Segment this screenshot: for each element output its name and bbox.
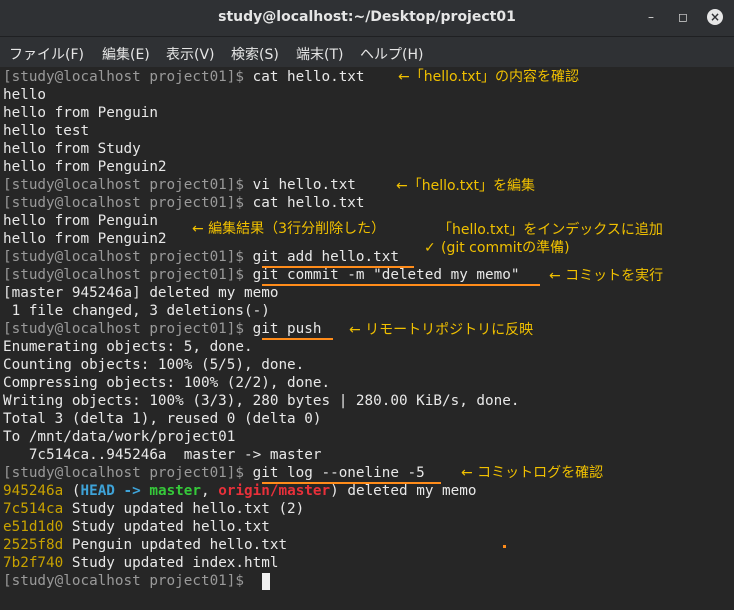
terminal-line: hello from Study xyxy=(3,141,141,157)
menu-help[interactable]: ヘルプ(H) xyxy=(360,44,423,64)
terminal-line: [study@localhost project01]$ git push xyxy=(3,320,322,338)
commit-hash: e51d1d0 xyxy=(3,519,64,535)
prompt: [study@localhost project01]$ xyxy=(3,321,253,337)
commit-hash: 2525f8d xyxy=(3,537,64,553)
origin-ref: origin/master xyxy=(218,483,331,499)
terminal-line: [study@localhost project01]$ cat hello.t… xyxy=(3,68,365,86)
stray-dot xyxy=(503,545,506,548)
menu-file[interactable]: ファイル(F) xyxy=(9,44,84,64)
title-bar: study@localhost:~/Desktop/project01 – ◻ … xyxy=(0,0,734,37)
terminal-line: hello from Penguin2 xyxy=(3,231,167,247)
terminal-line: hello from Penguin xyxy=(3,105,158,121)
underline-git-add xyxy=(262,266,414,268)
menu-edit[interactable]: 編集(E) xyxy=(102,44,150,64)
command: git push xyxy=(252,321,322,337)
annotation-git-add-note: (git commitの準備) xyxy=(441,240,570,256)
prompt: [study@localhost project01]$ xyxy=(3,573,253,589)
menu-search[interactable]: 検索(S) xyxy=(231,44,279,64)
underline-git-push xyxy=(262,338,333,340)
annotation-git-log: ← コミットログを確認 xyxy=(461,465,604,481)
menu-terminal[interactable]: 端末(T) xyxy=(296,44,343,64)
commit-hash: 945246a xyxy=(3,483,64,499)
prompt: [study@localhost project01]$ xyxy=(3,69,253,85)
head-ref: HEAD -> xyxy=(80,483,150,499)
underline-git-log xyxy=(262,482,441,484)
terminal-line: Counting objects: 100% (5/5), done. xyxy=(3,357,305,373)
prompt: [study@localhost project01]$ xyxy=(3,465,253,481)
terminal-line: Total 3 (delta 1), reused 0 (delta 0) xyxy=(3,411,322,427)
command: git add hello.txt xyxy=(252,249,399,265)
prompt: [study@localhost project01]$ xyxy=(3,177,253,193)
menu-view[interactable]: 表示(V) xyxy=(166,44,215,64)
terminal-line: Compressing objects: 100% (2/2), done. xyxy=(3,375,331,391)
text-cursor xyxy=(262,573,270,590)
annotation-arrow-icon: ✓ xyxy=(424,240,436,256)
log-line: 7c514ca Study updated hello.txt (2) xyxy=(3,500,304,518)
minimize-icon[interactable]: – xyxy=(643,9,659,25)
annotation-git-commit: ← コミットを実行 xyxy=(549,268,664,284)
menu-bar: ファイル(F) 編集(E) 表示(V) 検索(S) 端末(T) ヘルプ(H) xyxy=(0,37,734,67)
terminal-line: [study@localhost project01]$ git log --o… xyxy=(3,464,425,482)
terminal-line: [study@localhost project01]$ xyxy=(3,572,253,590)
log-line: e51d1d0 Study updated hello.txt xyxy=(3,518,270,536)
command: cat hello.txt xyxy=(252,195,365,211)
commit-message: deleted my memo xyxy=(338,483,477,499)
underline-git-commit xyxy=(262,284,540,286)
terminal-line: [study@localhost project01]$ git commit … xyxy=(3,266,519,284)
terminal-line: 1 file changed, 3 deletions(-) xyxy=(3,303,270,319)
scrollbar[interactable] xyxy=(726,67,734,610)
command: vi hello.txt xyxy=(252,177,356,193)
command: git log --oneline -5 xyxy=(252,465,425,481)
terminal-line: hello from Penguin2 xyxy=(3,159,167,175)
commit-message: Study updated hello.txt (2) xyxy=(63,501,305,517)
terminal-line: Writing objects: 100% (3/3), 280 bytes |… xyxy=(3,393,520,409)
commit-hash: 7b2f740 xyxy=(3,555,64,571)
terminal-line: [study@localhost project01]$ git add hel… xyxy=(3,248,399,266)
window-title: study@localhost:~/Desktop/project01 xyxy=(218,9,516,25)
annotation-git-add: 「hello.txt」をインデックスに追加 xyxy=(438,222,663,238)
command: cat hello.txt xyxy=(252,69,365,85)
log-line: 945246a (HEAD -> master, origin/master) … xyxy=(3,483,477,499)
close-icon[interactable]: × xyxy=(707,9,723,25)
terminal-line: Enumerating objects: 5, done. xyxy=(3,339,253,355)
terminal-line: [study@localhost project01]$ vi hello.tx… xyxy=(3,176,356,194)
prompt: [study@localhost project01]$ xyxy=(3,267,253,283)
branch-ref: master xyxy=(149,483,202,499)
annotation-vi: ←「hello.txt」を編集 xyxy=(396,178,536,194)
commit-message: Study updated hello.txt xyxy=(63,519,270,535)
commit-message: Penguin updated hello.txt xyxy=(63,537,288,553)
terminal-line: [study@localhost project01]$ cat hello.t… xyxy=(3,194,365,212)
log-line: 2525f8d Penguin updated hello.txt xyxy=(3,536,287,554)
terminal-line: To /mnt/data/work/project01 xyxy=(3,429,236,445)
maximize-icon[interactable]: ◻ xyxy=(675,9,691,25)
terminal-line: 7c514ca..945246a master -> master xyxy=(3,447,322,463)
command: git commit -m "deleted my memo" xyxy=(252,267,520,283)
terminal-line: [master 945246a] deleted my memo xyxy=(3,285,279,301)
annotation-cat: ←「hello.txt」の内容を確認 xyxy=(398,69,580,85)
terminal-line: hello test xyxy=(3,123,90,139)
commit-hash: 7c514ca xyxy=(3,501,64,517)
prompt: [study@localhost project01]$ xyxy=(3,195,253,211)
log-line: 7b2f740 Study updated index.html xyxy=(3,554,278,572)
prompt: [study@localhost project01]$ xyxy=(3,249,253,265)
commit-message: Study updated index.html xyxy=(63,555,279,571)
terminal-line: hello xyxy=(3,87,47,103)
annotation-edit-result: ← 編集結果（3行分削除した） xyxy=(192,221,386,237)
terminal-line: hello from Penguin xyxy=(3,213,158,229)
annotation-git-push: ← リモートリポジトリに反映 xyxy=(349,322,534,338)
